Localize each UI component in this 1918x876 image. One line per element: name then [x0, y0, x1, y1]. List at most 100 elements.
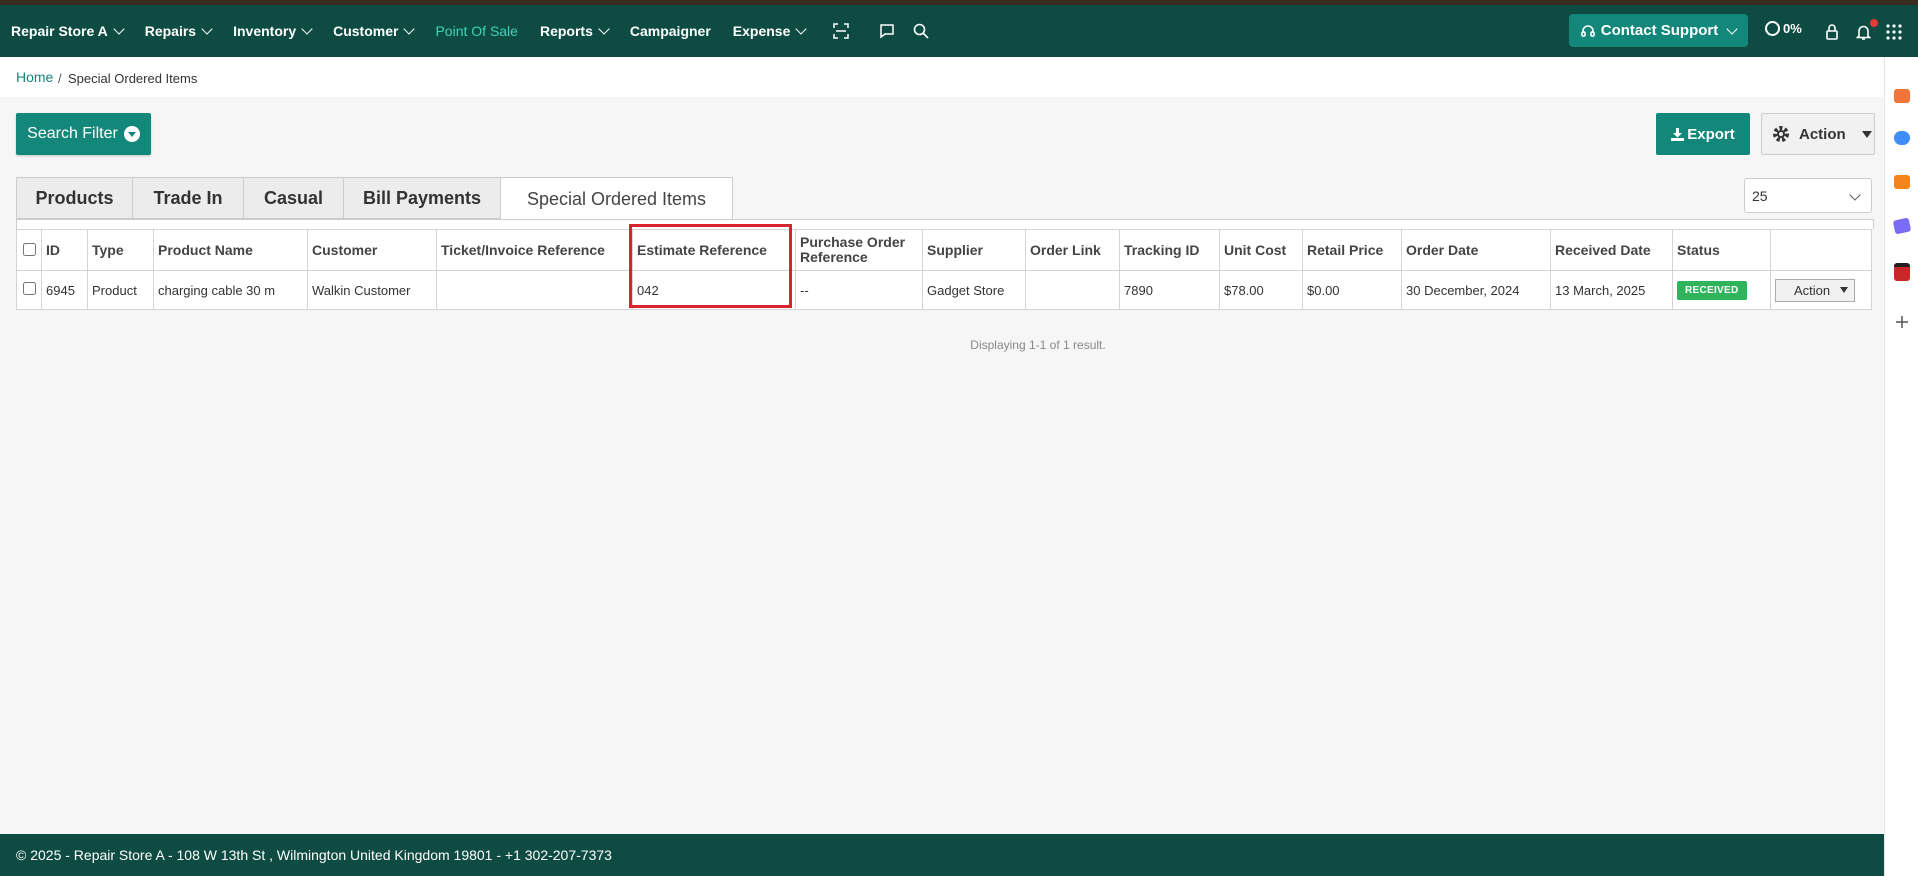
chevron-down-icon: [201, 23, 213, 35]
progress-indicator[interactable]: 0%: [1765, 21, 1802, 36]
progress-ring-icon: [1765, 21, 1780, 36]
col-order-link[interactable]: Order Link: [1025, 229, 1120, 271]
search-icon[interactable]: [910, 20, 932, 42]
special-ordered-items-table: ID Type Product Name Customer Ticket/Inv…: [16, 229, 1872, 310]
per-page-select[interactable]: 25: [1744, 178, 1872, 213]
cell-actions: Action: [1770, 270, 1872, 310]
col-estimate-reference[interactable]: Estimate Reference: [632, 229, 796, 271]
col-status[interactable]: Status: [1672, 229, 1771, 271]
right-sidebar: [1884, 57, 1918, 876]
cell-order-link: [1025, 270, 1120, 310]
cell-po-reference: --: [795, 270, 923, 310]
copilot-icon[interactable]: [1894, 131, 1910, 145]
cell-id: 6945: [41, 270, 88, 310]
chevron-down-icon: [1849, 189, 1861, 201]
cell-estimate-reference: 042: [632, 270, 796, 310]
table-row: 6945 Product charging cable 30 m Walkin …: [16, 270, 1872, 310]
nav-customer[interactable]: Customer: [333, 23, 416, 39]
nav-label: Campaigner: [629, 23, 711, 39]
status-badge: RECEIVED: [1677, 280, 1747, 300]
select-all-cell: [16, 229, 42, 271]
nav-repairs[interactable]: Repairs: [144, 23, 213, 39]
col-purchase-order-reference[interactable]: Purchase Order Reference: [795, 229, 923, 271]
scan-icon[interactable]: [830, 20, 852, 42]
tab-label: Bill Payments: [362, 187, 482, 208]
shapes-icon[interactable]: [1892, 217, 1912, 235]
nav-label: Repairs: [144, 23, 197, 39]
col-tracking-id[interactable]: Tracking ID: [1119, 229, 1220, 271]
apps-grid-icon[interactable]: [1886, 24, 1902, 40]
table-top-border: [16, 219, 1874, 229]
col-product-name[interactable]: Product Name: [153, 229, 308, 271]
lock-icon[interactable]: [1825, 24, 1839, 40]
nav-point-of-sale[interactable]: Point Of Sale: [435, 23, 518, 39]
nav-expense[interactable]: Expense: [733, 23, 808, 39]
col-customer[interactable]: Customer: [307, 229, 437, 271]
gift-icon[interactable]: [1894, 89, 1910, 103]
chevron-down-icon: [795, 23, 808, 35]
headset-icon: [1580, 24, 1595, 37]
download-icon: [1671, 127, 1685, 141]
cell-order-date: 30 December, 2024: [1401, 270, 1551, 310]
col-actions: [1770, 229, 1872, 271]
nav-reports[interactable]: Reports: [539, 23, 610, 39]
col-unit-cost[interactable]: Unit Cost: [1219, 229, 1303, 271]
store-name: Repair Store A: [11, 23, 108, 39]
col-type[interactable]: Type: [87, 229, 154, 271]
nav-label: Reports: [539, 23, 593, 39]
tab-label: Products: [35, 187, 114, 208]
bell-icon[interactable]: [1856, 24, 1871, 40]
nav-inventory[interactable]: Inventory: [233, 23, 313, 39]
col-id[interactable]: ID: [41, 229, 88, 271]
tab-bar: Products Trade In Casual Bill Payments S…: [16, 177, 733, 221]
breadcrumb-home-link[interactable]: Home: [16, 69, 53, 85]
tab-label: Trade In: [153, 187, 223, 208]
row-action-button[interactable]: Action: [1775, 278, 1856, 302]
contact-support-button[interactable]: Contact Support: [1569, 14, 1748, 47]
header-line: Reference: [800, 249, 868, 265]
cell-ticket-reference: [436, 270, 633, 310]
col-order-date[interactable]: Order Date: [1401, 229, 1551, 271]
col-ticket-invoice-reference[interactable]: Ticket/Invoice Reference: [436, 229, 633, 271]
result-count: Displaying 1-1 of 1 result.: [970, 338, 1106, 352]
plus-icon[interactable]: [1895, 315, 1909, 329]
chevron-down-icon: [598, 23, 610, 35]
tab-label: Special Ordered Items: [526, 189, 707, 209]
tab-casual[interactable]: Casual: [243, 177, 343, 219]
row-action-label: Action: [1794, 282, 1831, 298]
search-filter-button[interactable]: Search Filter: [16, 113, 151, 155]
notification-dot: [1870, 19, 1878, 27]
table-header-row: ID Type Product Name Customer Ticket/Inv…: [16, 229, 1872, 271]
tab-products[interactable]: Products: [16, 177, 132, 219]
export-button[interactable]: Export: [1656, 113, 1750, 155]
caret-down-icon: [1861, 130, 1872, 138]
cell-type: Product: [87, 270, 154, 310]
nav-campaigner[interactable]: Campaigner: [630, 23, 711, 39]
tab-bill-payments[interactable]: Bill Payments: [343, 177, 500, 219]
cell-unit-cost: $78.00: [1219, 270, 1303, 310]
col-received-date[interactable]: Received Date: [1550, 229, 1673, 271]
contact-support-label: Contact Support: [1600, 22, 1719, 39]
cell-retail-price: $0.00: [1302, 270, 1402, 310]
chat-icon[interactable]: [876, 20, 898, 42]
cell-customer: Walkin Customer: [307, 270, 437, 310]
cell-tracking-id: 7890: [1119, 270, 1220, 310]
outlook-icon[interactable]: [1894, 263, 1910, 281]
header-line: Purchase Order: [800, 234, 906, 250]
per-page-value: 25: [1752, 187, 1768, 204]
tab-trade-in[interactable]: Trade In: [132, 177, 243, 219]
action-dropdown-button[interactable]: Action: [1761, 113, 1875, 155]
office-icon[interactable]: [1894, 175, 1910, 189]
col-retail-price[interactable]: Retail Price: [1302, 229, 1402, 271]
row-checkbox[interactable]: [22, 282, 36, 295]
cell-product-name: charging cable 30 m: [153, 270, 308, 310]
caret-down-icon: [1840, 287, 1849, 293]
footer: © 2025 - Repair Store A - 108 W 13th St …: [0, 834, 1884, 876]
tab-special-ordered-items[interactable]: Special Ordered Items: [500, 177, 733, 221]
col-supplier[interactable]: Supplier: [922, 229, 1026, 271]
select-all-checkbox[interactable]: [22, 242, 36, 256]
nav-label: Point Of Sale: [435, 23, 518, 39]
export-label: Export: [1687, 125, 1735, 143]
nav-label: Customer: [333, 23, 399, 39]
nav-store-selector[interactable]: Repair Store A: [11, 23, 125, 39]
